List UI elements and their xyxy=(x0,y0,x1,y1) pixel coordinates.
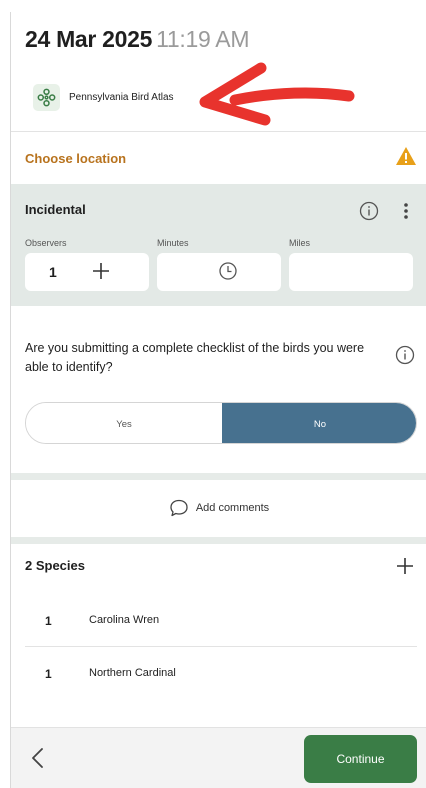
complete-checklist-question: Are you submitting a complete checklist … xyxy=(25,341,365,374)
section-divider xyxy=(11,537,426,544)
portal-selector[interactable]: Pennsylvania Bird Atlas xyxy=(33,82,174,112)
back-chevron-icon[interactable] xyxy=(29,746,47,770)
bottom-bar: Continue xyxy=(11,727,426,788)
portal-name: Pennsylvania Bird Atlas xyxy=(69,91,174,103)
species-count-title: 2 Species xyxy=(25,558,85,573)
add-observer-plus-icon[interactable] xyxy=(91,261,111,281)
section-divider xyxy=(11,473,426,480)
species-count[interactable]: 1 xyxy=(45,667,52,681)
choose-location-label: Choose location xyxy=(25,151,127,166)
add-comments-button[interactable]: Add comments xyxy=(11,480,426,536)
clock-icon xyxy=(219,262,237,280)
miles-field[interactable] xyxy=(289,253,413,291)
continue-button[interactable]: Continue xyxy=(304,735,417,783)
minutes-label: Minutes xyxy=(157,238,189,248)
complete-checklist-toggle: Yes No xyxy=(25,402,417,444)
more-vert-icon[interactable] xyxy=(400,201,412,221)
no-option[interactable]: No xyxy=(222,403,416,443)
species-name: Northern Cardinal xyxy=(89,667,176,679)
checklist-header: 24 Mar 2025 11:19 AM Pennsylvania Bird At… xyxy=(11,12,426,131)
species-row[interactable]: 1 Northern Cardinal xyxy=(25,647,417,699)
info-icon[interactable] xyxy=(395,345,415,365)
yes-option[interactable]: Yes xyxy=(26,403,222,443)
add-species-plus-icon[interactable] xyxy=(395,556,415,576)
comment-bubble-icon xyxy=(170,499,188,517)
observers-value: 1 xyxy=(49,264,57,280)
checklist-time: 11:19 AM xyxy=(156,26,250,52)
observers-label: Observers xyxy=(25,238,67,248)
choose-location-row[interactable]: Choose location xyxy=(11,132,426,184)
add-comments-label: Add comments xyxy=(195,502,270,514)
species-count[interactable]: 1 xyxy=(45,614,52,628)
miles-label: Miles xyxy=(289,238,311,248)
species-name: Carolina Wren xyxy=(89,614,160,626)
portal-logo-icon xyxy=(33,83,60,111)
page-title: 24 Mar 2025 11:19 AM xyxy=(25,26,250,53)
protocol-panel: Incidental Observers Minutes Miles 1 xyxy=(11,184,426,306)
minutes-field[interactable] xyxy=(157,253,281,291)
app-screen: 24 Mar 2025 11:19 AM Pennsylvania Bird At… xyxy=(10,12,426,788)
species-row[interactable]: 1 Carolina Wren xyxy=(25,594,417,646)
red-arrow-annotation-icon xyxy=(199,62,355,126)
protocol-name[interactable]: Incidental xyxy=(25,202,86,217)
observers-stepper[interactable]: 1 xyxy=(25,253,149,291)
warning-triangle-icon xyxy=(396,147,416,165)
info-icon[interactable] xyxy=(359,201,379,221)
checklist-date: 24 Mar 2025 xyxy=(25,26,153,52)
